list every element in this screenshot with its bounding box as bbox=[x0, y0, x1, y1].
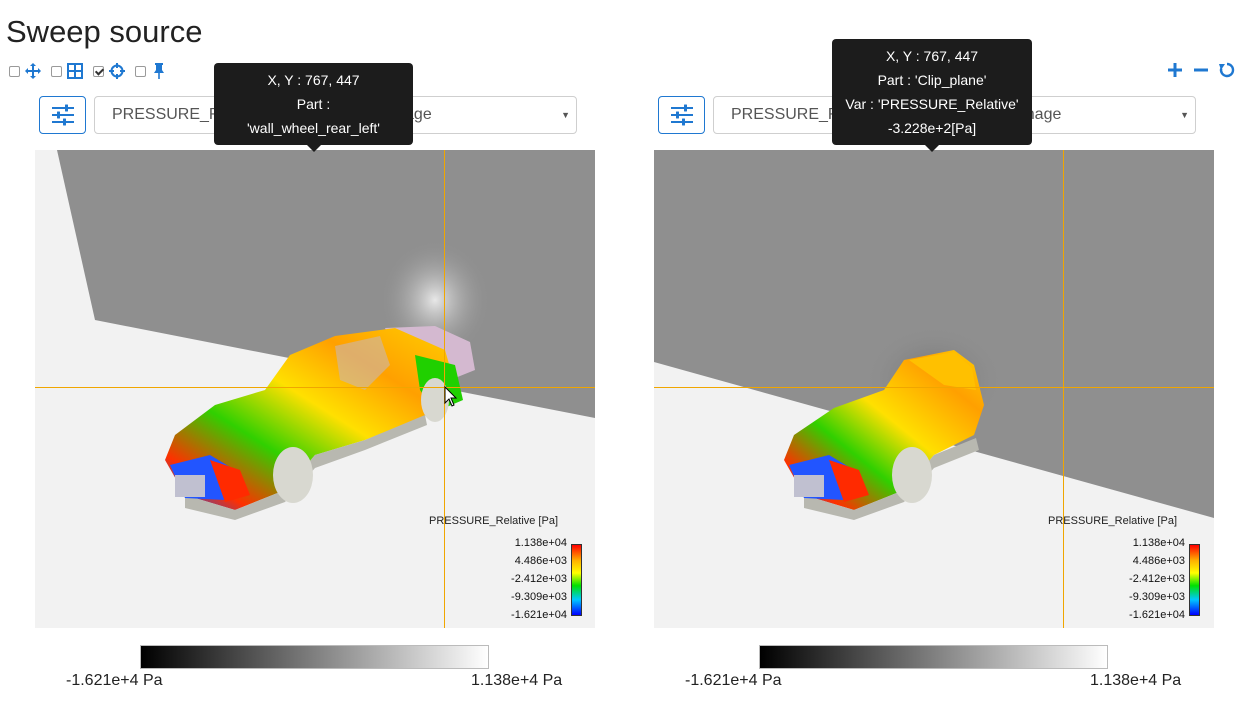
tooltip-part-value: 'wall_wheel_rear_left' bbox=[247, 120, 380, 136]
tooltip-coords: X, Y : 767, 447 bbox=[885, 48, 979, 64]
left-legend-ticks: 1.138e+04 4.486e+03 -2.412e+03 -9.309e+0… bbox=[497, 535, 567, 624]
legend-tick: 1.138e+04 bbox=[514, 537, 567, 549]
legend-tick: 1.138e+04 bbox=[1132, 537, 1185, 549]
tooltip-coords: X, Y : 767, 447 bbox=[267, 72, 360, 88]
reset-view-button[interactable] bbox=[1217, 60, 1237, 80]
zoom-out-button[interactable] bbox=[1191, 60, 1211, 80]
chevron-down-icon: ▼ bbox=[1180, 110, 1189, 120]
legend-tick: -9.309e+03 bbox=[511, 590, 567, 603]
legend-tick: -9.309e+03 bbox=[1129, 590, 1185, 603]
zoom-in-icon bbox=[1168, 63, 1182, 77]
right-legend-title: PRESSURE_Relative [Pa] bbox=[1048, 515, 1177, 527]
left-legend-bar bbox=[571, 544, 582, 616]
right-grayscale-bar bbox=[759, 645, 1108, 669]
right-probe-tooltip: X, Y : 767, 447 Part : 'Clip_plane' Var … bbox=[832, 39, 1032, 152]
grid-checkbox[interactable] bbox=[51, 65, 62, 77]
page-title: Sweep source bbox=[6, 14, 203, 49]
tooltip-part-label: Part : bbox=[296, 96, 331, 112]
left-gray-min-label: -1.621e+4 Pa bbox=[66, 672, 163, 689]
crosshair-horizontal bbox=[35, 387, 595, 388]
reset-icon bbox=[1219, 62, 1235, 78]
tooltip-part: Part : 'Clip_plane' bbox=[877, 72, 987, 88]
legend-tick: 4.486e+03 bbox=[1132, 554, 1185, 567]
legend-tick: -1.621e+04 bbox=[1129, 608, 1185, 621]
pan-checkbox[interactable] bbox=[9, 65, 20, 77]
right-gray-max-label: 1.138e+4 Pa bbox=[1090, 672, 1182, 689]
right-viewport[interactable]: PRESSURE_Relative [Pa] 1.138e+04 4.486e+… bbox=[654, 150, 1214, 628]
legend-tick: -2.412e+03 bbox=[511, 572, 567, 585]
tooltip-var: Var : 'PRESSURE_Relative' bbox=[845, 96, 1019, 112]
crosshair-horizontal bbox=[654, 387, 1214, 388]
tooltip-value: -3.228e+2[Pa] bbox=[887, 120, 977, 136]
left-gray-max-label: 1.138e+4 Pa bbox=[471, 672, 563, 689]
left-legend-title: PRESSURE_Relative [Pa] bbox=[429, 515, 558, 527]
mouse-cursor-icon bbox=[444, 386, 458, 407]
left-grayscale-bar bbox=[140, 645, 489, 669]
sliders-icon bbox=[51, 104, 74, 126]
left-settings-button[interactable] bbox=[39, 96, 86, 134]
right-legend-ticks: 1.138e+04 4.486e+03 -2.412e+03 -9.309e+0… bbox=[1115, 535, 1185, 624]
right-gray-min-label: -1.621e+4 Pa bbox=[685, 672, 782, 689]
legend-tick: -2.412e+03 bbox=[1129, 572, 1185, 585]
legend-tick: 4.486e+03 bbox=[514, 554, 567, 567]
legend-tick: -1.621e+04 bbox=[511, 608, 567, 621]
crosshair-checkbox[interactable] bbox=[93, 65, 104, 77]
pin-icon[interactable] bbox=[151, 63, 167, 79]
toolbar bbox=[9, 62, 177, 80]
view-controls bbox=[1165, 60, 1237, 80]
left-viewport[interactable]: PRESSURE_Relative [Pa] 1.138e+04 4.486e+… bbox=[35, 150, 595, 628]
zoom-in-button[interactable] bbox=[1165, 60, 1185, 80]
move-arrows-icon[interactable] bbox=[25, 63, 41, 79]
left-probe-tooltip: X, Y : 767, 447 Part : 'wall_wheel_rear_… bbox=[214, 63, 413, 152]
chevron-down-icon: ▼ bbox=[561, 110, 570, 120]
sliders-icon bbox=[670, 104, 693, 126]
pin-checkbox[interactable] bbox=[135, 65, 146, 77]
zoom-out-icon bbox=[1194, 68, 1208, 72]
crosshair-icon[interactable] bbox=[109, 63, 125, 79]
grid-icon[interactable] bbox=[67, 63, 83, 79]
right-settings-button[interactable] bbox=[658, 96, 705, 134]
right-legend-bar bbox=[1189, 544, 1200, 616]
crosshair-vertical bbox=[1063, 150, 1064, 628]
